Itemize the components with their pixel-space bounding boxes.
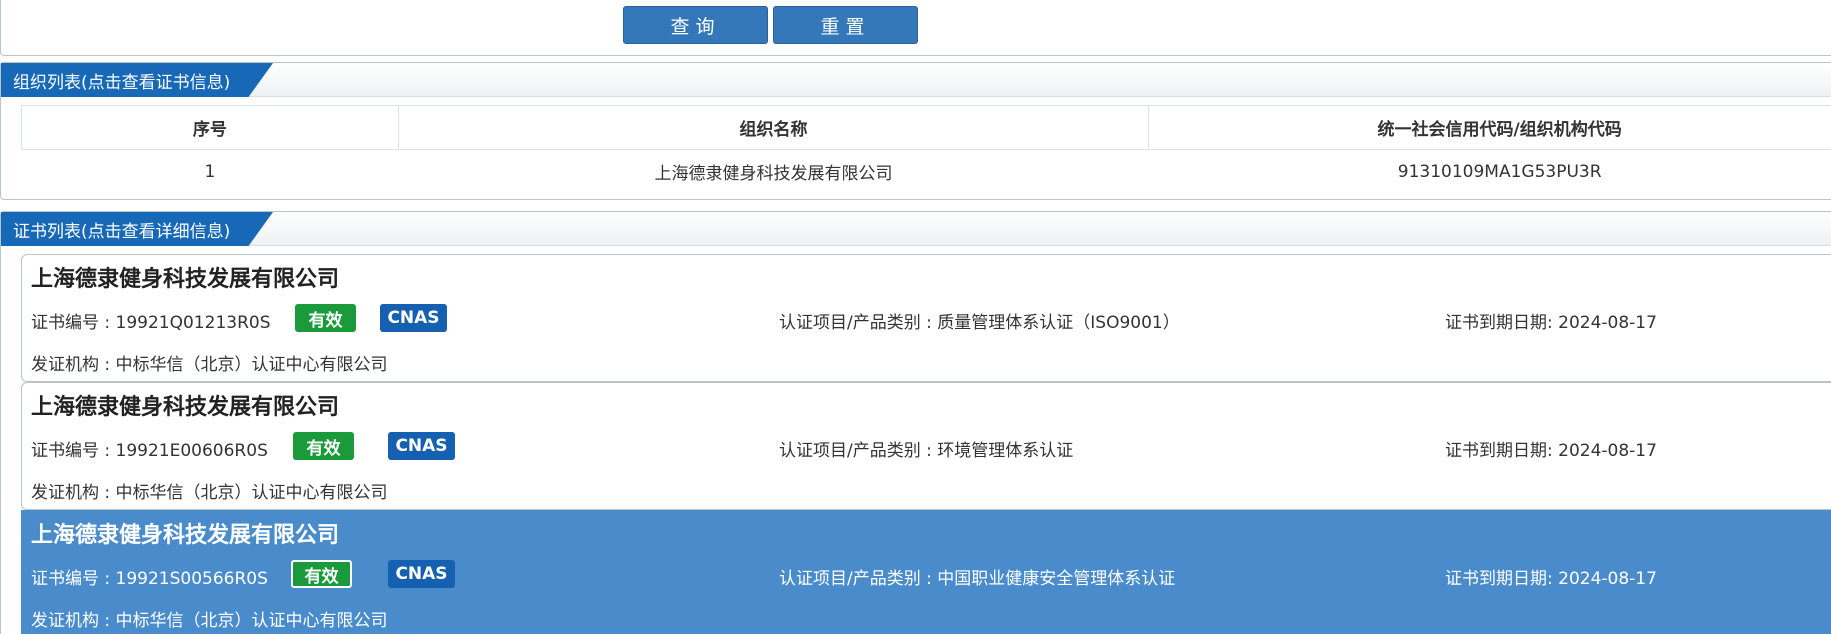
query-panel: 查询 重置	[0, 0, 1831, 56]
cert-expiry: 证书到期日期: 2024-08-17	[1445, 313, 1657, 333]
cert-item: 认证项目/产品类别 : 环境管理体系认证	[779, 441, 1074, 461]
cnas-badge: CNAS	[380, 304, 447, 332]
page: 查询 重置 组织列表(点击查看证书信息) 序号 组织名称 统一社会信用代码/组织…	[0, 0, 1831, 634]
status-badge: 有效	[295, 304, 356, 332]
cert-number: 证书编号 : 19921Q01213R0S	[31, 313, 271, 333]
org-list-panel: 组织列表(点击查看证书信息) 序号 组织名称 统一社会信用代码/组织机构代码 1…	[0, 62, 1831, 200]
cert-list-title: 证书列表(点击查看详细信息)	[1, 212, 273, 246]
org-name-cell[interactable]: 上海德隶健身科技发展有限公司	[398, 150, 1149, 194]
cert-number: 证书编号 : 19921S00566R0S	[31, 569, 268, 589]
cert-list-panel: 证书列表(点击查看详细信息) 上海德隶健身科技发展有限公司 证书编号 : 199…	[0, 211, 1831, 634]
cert-item: 认证项目/产品类别 : 质量管理体系认证（ISO9001）	[779, 313, 1180, 333]
status-badge: 有效	[293, 432, 354, 460]
org-list-title: 组织列表(点击查看证书信息)	[1, 63, 273, 97]
column-header-credit-code: 统一社会信用代码/组织机构代码	[1148, 105, 1831, 150]
cert-card[interactable]: 上海德隶健身科技发展有限公司 证书编号 : 19921Q01213R0S 有效 …	[21, 254, 1831, 382]
org-table: 序号 组织名称 统一社会信用代码/组织机构代码 1 上海德隶健身科技发展有限公司…	[21, 105, 1831, 194]
table-row[interactable]: 1 上海德隶健身科技发展有限公司 91310109MA1G53PU3R	[22, 150, 1831, 194]
column-header-org-name: 组织名称	[397, 105, 1150, 150]
cert-list-header: 证书列表(点击查看详细信息)	[1, 212, 1831, 246]
cert-org-name: 上海德隶健身科技发展有限公司	[31, 395, 340, 420]
column-header-index: 序号	[21, 105, 399, 150]
query-button[interactable]: 查询	[623, 6, 768, 44]
cert-number: 证书编号 : 19921E00606R0S	[31, 441, 268, 461]
cnas-badge: CNAS	[388, 432, 455, 460]
org-table-header-row: 序号 组织名称 统一社会信用代码/组织机构代码	[21, 105, 1831, 150]
cert-list: 上海德隶健身科技发展有限公司 证书编号 : 19921Q01213R0S 有效 …	[21, 254, 1831, 634]
cert-issuer: 发证机构 : 中标华信（北京）认证中心有限公司	[31, 355, 388, 375]
cert-issuer: 发证机构 : 中标华信（北京）认证中心有限公司	[31, 611, 388, 631]
cert-org-name: 上海德隶健身科技发展有限公司	[31, 523, 340, 548]
reset-button[interactable]: 重置	[773, 6, 918, 44]
org-index-cell: 1	[204, 161, 216, 182]
org-list-header: 组织列表(点击查看证书信息)	[1, 63, 1831, 97]
org-code-cell: 91310109MA1G53PU3R	[1397, 161, 1602, 182]
cert-org-name: 上海德隶健身科技发展有限公司	[31, 267, 340, 292]
cert-card[interactable]: 上海德隶健身科技发展有限公司 证书编号 : 19921E00606R0S 有效 …	[21, 382, 1831, 510]
cert-expiry: 证书到期日期: 2024-08-17	[1445, 569, 1657, 589]
cert-expiry: 证书到期日期: 2024-08-17	[1445, 441, 1657, 461]
status-badge: 有效	[291, 560, 352, 588]
cert-issuer: 发证机构 : 中标华信（北京）认证中心有限公司	[31, 483, 388, 503]
cert-item: 认证项目/产品类别 : 中国职业健康安全管理体系认证	[779, 569, 1176, 589]
cert-card-selected[interactable]: 上海德隶健身科技发展有限公司 证书编号 : 19921S00566R0S 有效 …	[21, 510, 1831, 634]
cnas-badge: CNAS	[388, 560, 455, 588]
